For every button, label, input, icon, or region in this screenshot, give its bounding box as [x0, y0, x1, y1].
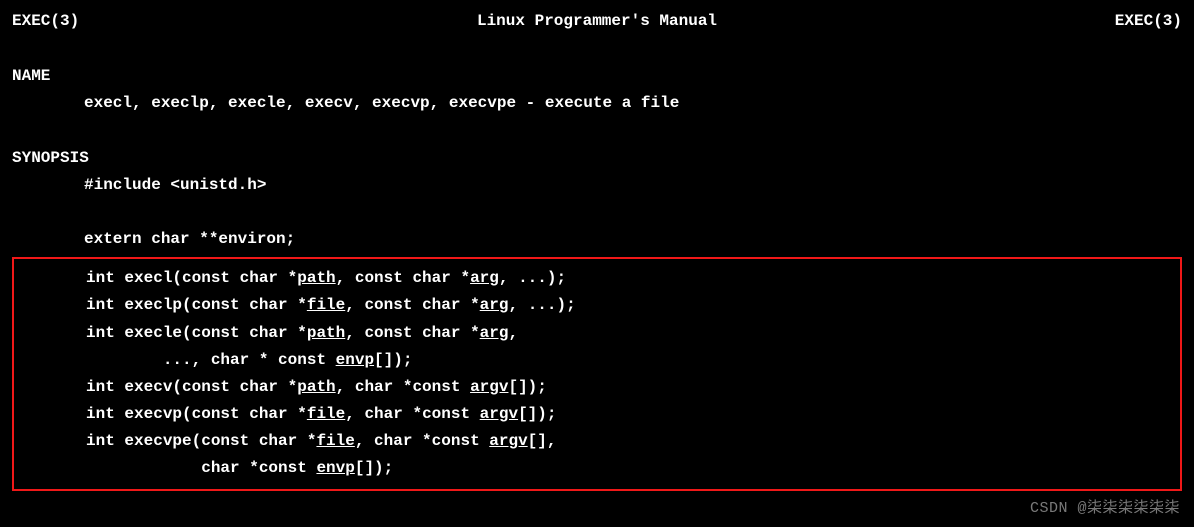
synopsis-include: #include <unistd.h> [12, 172, 1182, 199]
watermark: CSDN @柒柒柒柒柒柒 [1030, 496, 1180, 522]
section-name-heading: NAME [12, 63, 1182, 90]
blank-line [12, 118, 1182, 145]
func-execle-line2: ..., char * const envp[]); [14, 347, 1180, 374]
param-path: path [297, 378, 335, 396]
func-execle-line1: int execle(const char *path, const char … [14, 320, 1180, 347]
func-execvp: int execvp(const char *file, char *const… [14, 401, 1180, 428]
param-argv: argv [489, 432, 527, 450]
func-execvpe-line1: int execvpe(const char *file, char *cons… [14, 428, 1180, 455]
highlight-box: int execl(const char *path, const char *… [12, 257, 1182, 491]
header-right: EXEC(3) [1115, 8, 1182, 35]
param-path: path [307, 324, 345, 342]
header-center: Linux Programmer's Manual [477, 8, 717, 35]
param-envp: envp [316, 459, 354, 477]
param-arg: arg [480, 296, 509, 314]
param-file: file [316, 432, 354, 450]
blank-line [12, 199, 1182, 226]
manpage-header: EXEC(3) Linux Programmer's Manual EXEC(3… [12, 8, 1182, 35]
func-execvpe-line2: char *const envp[]); [14, 455, 1180, 482]
param-envp: envp [336, 351, 374, 369]
param-argv: argv [480, 405, 518, 423]
name-line: execl, execlp, execle, execv, execvp, ex… [12, 90, 1182, 117]
section-synopsis-heading: SYNOPSIS [12, 145, 1182, 172]
param-arg: arg [480, 324, 509, 342]
param-file: file [307, 405, 345, 423]
param-path: path [297, 269, 335, 287]
param-file: file [307, 296, 345, 314]
func-execlp: int execlp(const char *file, const char … [14, 292, 1180, 319]
func-execv: int execv(const char *path, char *const … [14, 374, 1180, 401]
synopsis-extern: extern char **environ; [12, 226, 1182, 253]
param-arg: arg [470, 269, 499, 287]
header-left: EXEC(3) [12, 8, 79, 35]
func-execl: int execl(const char *path, const char *… [14, 265, 1180, 292]
param-argv: argv [470, 378, 508, 396]
